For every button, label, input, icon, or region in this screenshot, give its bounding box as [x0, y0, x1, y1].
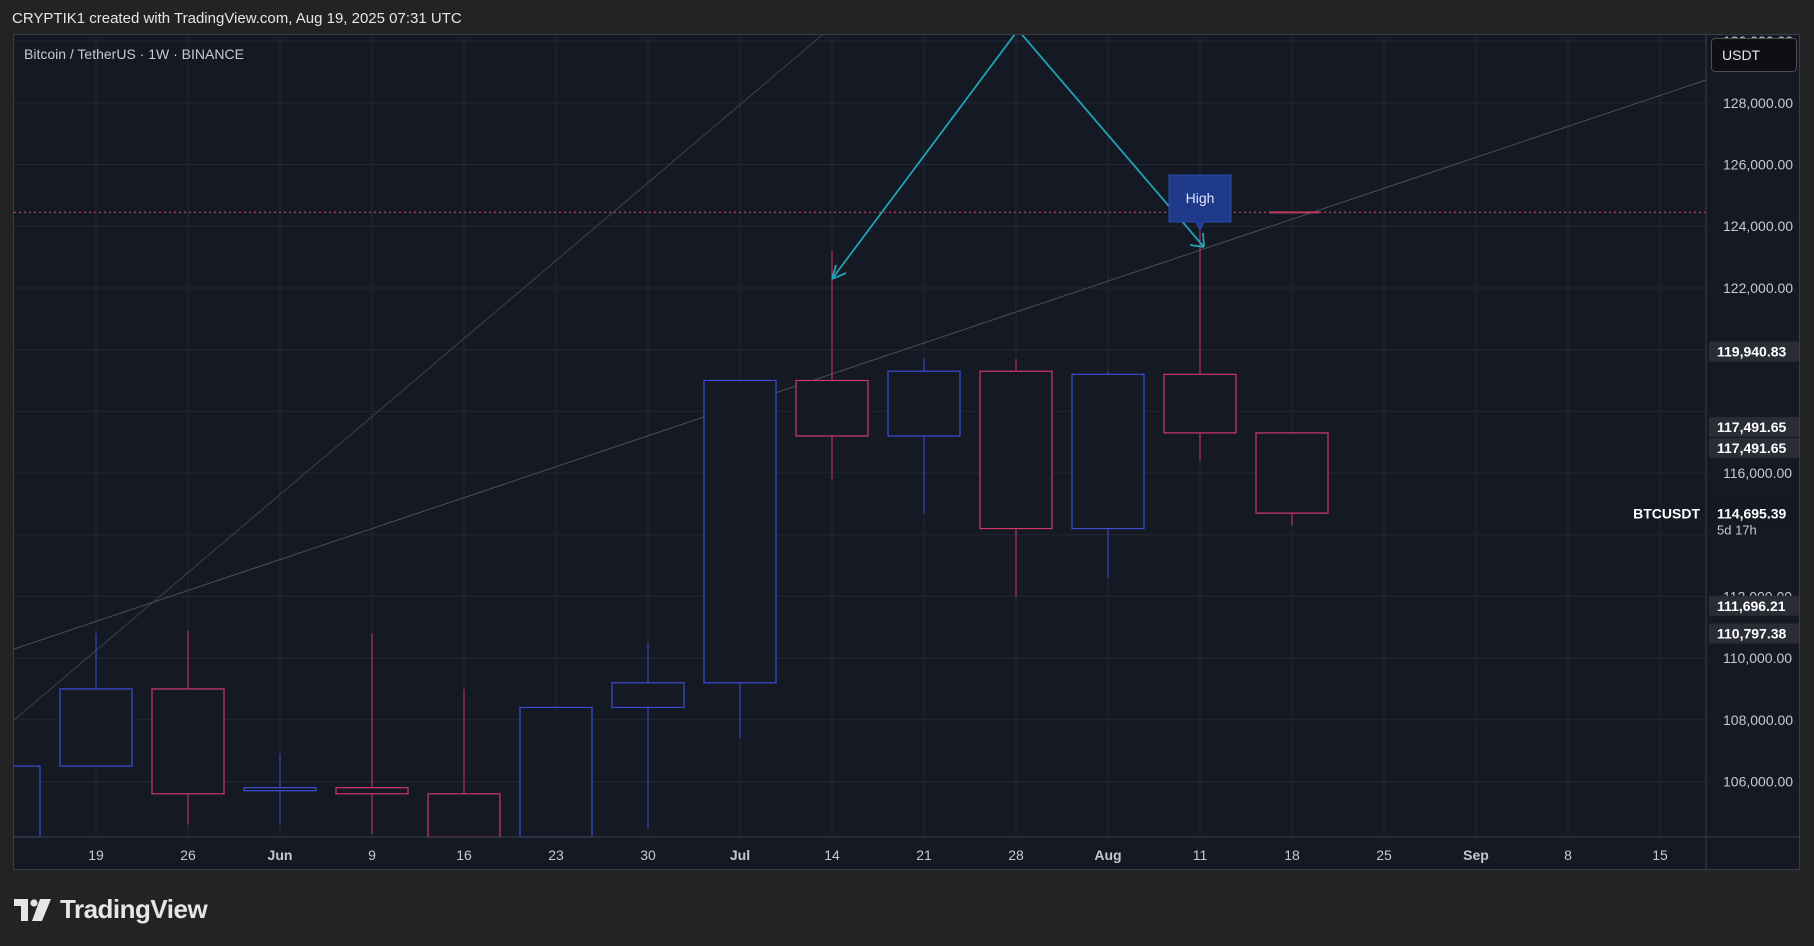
candle-body [703, 379, 777, 684]
price-axis-tick: 122,000.00 [1723, 280, 1793, 296]
candle-body [1163, 373, 1237, 434]
time-axis-tick: 30 [640, 847, 656, 863]
candle-body [1071, 373, 1145, 530]
chart-caption: CRYPTIK1 created with TradingView.com, A… [12, 10, 462, 27]
price-axis-label-symbol: BTCUSDT [1633, 505, 1700, 521]
candle-body [335, 787, 409, 795]
candle [703, 379, 777, 739]
candle [243, 753, 317, 825]
time-axis-tick: 18 [1284, 847, 1300, 863]
price-axis-label-value: 111,696.21 [1717, 598, 1786, 614]
price-axis-label: 117,491.65 [1709, 417, 1799, 438]
time-axis-tick: 14 [824, 847, 840, 863]
time-axis-tick: 23 [548, 847, 564, 863]
candlestick-chart[interactable]: High 128,000.00 126,000.00 124,000.00 122,00… [14, 35, 1799, 869]
price-axis-label-countdown: 5d 17h [1717, 522, 1757, 537]
chart-panel[interactable]: High 128,000.00 126,000.00 124,000.00 122,00… [13, 34, 1800, 870]
price-axis-tick: 128,000.00 [1723, 95, 1793, 111]
price-axis-label-value: 117,491.65 [1717, 440, 1787, 456]
time-axis-tick: Jun [268, 847, 293, 863]
price-axis-label-value: 114,695.39 [1717, 505, 1787, 521]
time-axis-tick: 19 [88, 847, 104, 863]
price-axis-tick: 116,000.00 [1723, 465, 1792, 481]
high-callout-label: High [1186, 190, 1215, 206]
candle [427, 688, 501, 838]
price-axis-label: 111,696.21 [1709, 595, 1799, 616]
price-axis-tick: 110,000.00 [1723, 650, 1792, 666]
tradingview-logo[interactable]: TradingView [14, 894, 208, 925]
price-axis-tick: 106,000.00 [1723, 773, 1793, 789]
candle [151, 630, 225, 825]
candle-body [795, 379, 869, 437]
candle [887, 358, 961, 514]
candle-body [14, 765, 41, 838]
price-axis-tick: 108,000.00 [1723, 712, 1793, 728]
trend-line-shallow [14, 79, 1707, 650]
candle-body [519, 706, 593, 838]
price-axis-label: 110,797.38 [1709, 623, 1799, 644]
currency-button[interactable]: USDT [1711, 38, 1797, 72]
time-axis-tick: 26 [180, 847, 196, 863]
candle-body [1255, 432, 1329, 514]
price-axis-label-value: 117,491.65 [1717, 419, 1787, 435]
price-axis-label-value: 119,940.83 [1717, 343, 1787, 359]
candle [519, 706, 593, 838]
candle-body [59, 688, 133, 767]
time-axis-tick: 16 [456, 847, 472, 863]
candle-body [243, 787, 317, 792]
price-axis-tick: 124,000.00 [1723, 218, 1793, 234]
candle [611, 642, 685, 828]
time-axis-tick: Aug [1094, 847, 1121, 863]
candle [14, 765, 41, 838]
price-axis-label: 117,491.65 [1709, 438, 1799, 459]
candle [1071, 371, 1145, 578]
candle [979, 358, 1053, 597]
drawn-arrow-right-head [1202, 232, 1205, 248]
candle-body [611, 682, 685, 709]
time-axis-tick: 15 [1652, 847, 1668, 863]
time-axis-tick: 9 [368, 847, 376, 863]
price-axis-tick: 126,000.00 [1723, 157, 1793, 173]
time-axis-tick: Sep [1463, 847, 1489, 863]
candle-body [887, 370, 961, 437]
time-axis-tick: 11 [1193, 847, 1208, 863]
time-axis-tick: 21 [916, 847, 932, 863]
symbol-label[interactable]: Bitcoin / TetherUS · 1W · BINANCE [24, 46, 244, 62]
time-axis-tick: Jul [730, 847, 750, 863]
candle [1163, 213, 1237, 461]
tradingview-logo-text: TradingView [60, 894, 208, 924]
candle-body [427, 793, 501, 838]
time-axis-tick: 28 [1008, 847, 1024, 863]
time-axis-tick: 8 [1564, 847, 1572, 863]
candle [1255, 432, 1329, 526]
candle-body [151, 688, 225, 795]
price-axis-label-value: 110,797.38 [1717, 625, 1787, 641]
drawn-arrow-left [831, 35, 1016, 280]
time-axis-tick: 25 [1376, 847, 1392, 863]
candle [59, 633, 133, 767]
candle-body [979, 370, 1053, 530]
candle [335, 633, 409, 834]
tradingview-logo-icon [14, 898, 51, 921]
price-axis-label: 119,940.83 [1709, 341, 1799, 362]
